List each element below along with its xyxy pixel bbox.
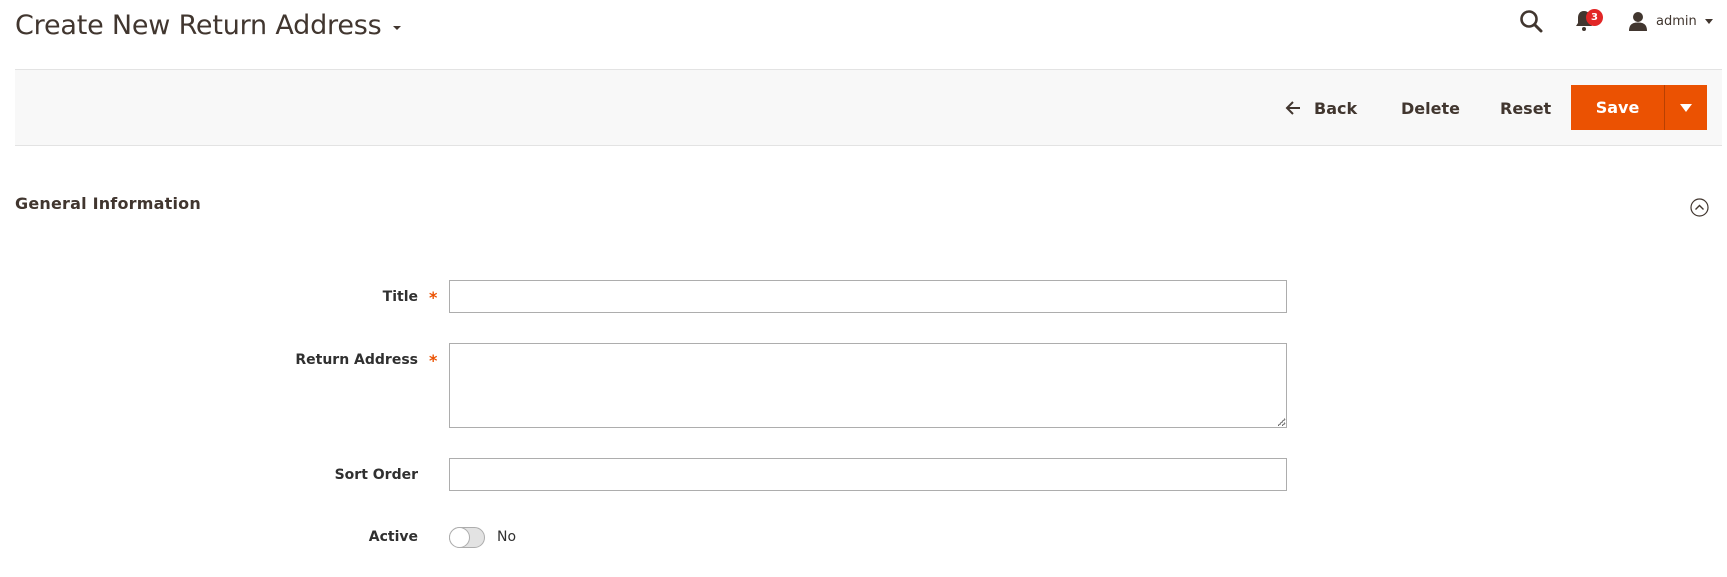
global-search-button[interactable] (1518, 8, 1544, 34)
title-label: Title (382, 289, 418, 305)
user-name: admin (1656, 13, 1697, 29)
return-address-label: Return Address (295, 352, 418, 368)
back-label: Back (1314, 98, 1358, 118)
title-input[interactable] (449, 280, 1287, 313)
notifications-count-badge: 3 (1586, 9, 1603, 26)
active-toggle-switch[interactable] (449, 527, 485, 548)
active-toggle-state: No (497, 529, 517, 545)
active-label: Active (368, 529, 418, 545)
resize-handle-icon[interactable] (1276, 416, 1286, 426)
page-title[interactable]: Create New Return Address (15, 8, 402, 44)
reset-button[interactable]: Reset (1500, 95, 1551, 121)
title-required-marker: * (429, 288, 438, 307)
save-options-toggle[interactable] (1665, 85, 1707, 130)
section-title-general-information[interactable]: General Information (15, 194, 201, 213)
sort-order-input[interactable] (449, 458, 1287, 491)
save-button[interactable]: Save (1571, 85, 1665, 130)
arrow-left-icon (1285, 101, 1300, 115)
return-address-required-marker: * (429, 351, 438, 370)
title-caret-icon (393, 26, 402, 30)
delete-button[interactable]: Delete (1401, 95, 1460, 121)
save-button-group: Save (1571, 85, 1707, 130)
return-address-textarea[interactable] (449, 343, 1287, 428)
search-icon (1520, 10, 1543, 33)
page-title-text: Create New Return Address (15, 10, 382, 41)
section-collapse-button[interactable] (1690, 198, 1709, 217)
page-actions-toolbar (15, 69, 1722, 146)
sort-order-label: Sort Order (334, 467, 418, 483)
toggle-knob (449, 527, 470, 548)
caret-down-icon (1680, 103, 1692, 112)
back-button[interactable]: Back (1285, 95, 1357, 121)
chevron-up-circle-icon (1690, 198, 1709, 217)
admin-user-menu[interactable]: admin (1628, 8, 1713, 34)
user-icon (1629, 12, 1647, 31)
chevron-down-icon (1704, 18, 1713, 24)
